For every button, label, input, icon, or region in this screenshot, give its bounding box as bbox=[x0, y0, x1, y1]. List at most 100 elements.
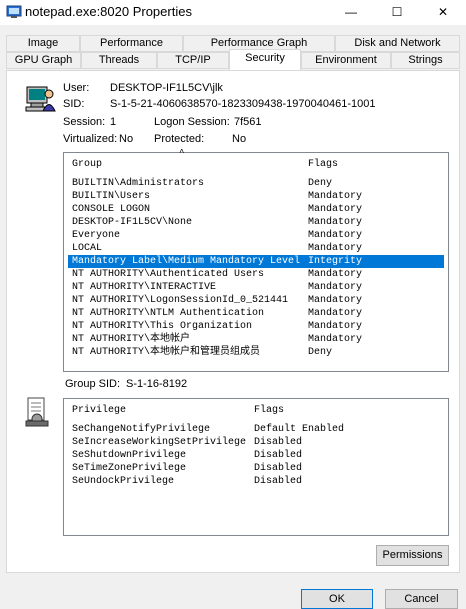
logon-session-value: 7f561 bbox=[234, 116, 262, 128]
privilege-row[interactable]: SeShutdownPrivilege Disabled bbox=[68, 449, 444, 462]
group-name: NT AUTHORITY\本地帐户和管理员组成员 bbox=[72, 347, 261, 358]
group-row[interactable]: NT AUTHORITY\LogonSessionId_0_521441 Mand… bbox=[68, 294, 444, 307]
session-label: Session: bbox=[63, 116, 106, 128]
group-name: NT AUTHORITY\NTLM Authentication bbox=[72, 308, 265, 319]
tab-tcpip[interactable]: TCP/IP bbox=[157, 52, 229, 69]
column-header-privilege-flags[interactable]: Flags bbox=[254, 405, 284, 416]
groups-list-header: ^ Group Flags bbox=[64, 148, 448, 175]
group-flags: Mandatory bbox=[308, 230, 363, 241]
group-name: CONSOLE LOGON bbox=[72, 204, 151, 215]
user-value: DESKTOP-IF1L5CV\jlk bbox=[110, 82, 223, 94]
group-row[interactable]: NT AUTHORITY\本地帐户 Mandatory bbox=[68, 333, 444, 346]
protected-label: Protected: bbox=[154, 133, 205, 145]
group-row[interactable]: BUILTIN\Administrators Deny bbox=[68, 177, 444, 190]
session-value: 1 bbox=[110, 116, 117, 128]
privilege-flags: Disabled bbox=[254, 463, 303, 474]
tab-threads[interactable]: Threads bbox=[81, 52, 157, 69]
tab-strings[interactable]: Strings bbox=[391, 52, 460, 69]
column-header-flags[interactable]: Flags bbox=[308, 159, 338, 170]
group-flags: Deny bbox=[308, 178, 333, 189]
privileges-list[interactable]: Privilege Flags SeChangeNotifyPrivilege D… bbox=[63, 398, 449, 536]
group-flags: Mandatory bbox=[308, 269, 363, 280]
privilege-row[interactable]: SeTimeZonePrivilege Disabled bbox=[68, 462, 444, 475]
privilege-flags: Disabled bbox=[254, 437, 303, 448]
group-flags: Mandatory bbox=[308, 321, 363, 332]
group-name: NT AUTHORITY\This Organization bbox=[72, 321, 253, 332]
group-row[interactable]: DESKTOP-IF1L5CV\None Mandatory bbox=[68, 216, 444, 229]
privilege-flags: Disabled bbox=[254, 450, 303, 461]
group-name: NT AUTHORITY\Authenticated Users bbox=[72, 269, 265, 280]
group-name: BUILTIN\Administrators bbox=[72, 178, 205, 189]
tab-environment[interactable]: Environment bbox=[301, 52, 391, 69]
ok-button[interactable]: OK bbox=[301, 589, 373, 609]
privilege-name: SeUndockPrivilege bbox=[72, 476, 175, 487]
privilege-name: SeIncreaseWorkingSetPrivilege bbox=[72, 437, 247, 448]
group-name: DESKTOP-IF1L5CV\None bbox=[72, 217, 193, 228]
group-row[interactable]: NT AUTHORITY\NTLM Authentication Mandator… bbox=[68, 307, 444, 320]
privileges-list-header: Privilege Flags bbox=[64, 399, 448, 421]
security-panel: User: DESKTOP-IF1L5CV\jlk SID: S-1-5-21-… bbox=[6, 70, 460, 573]
tab-gpu-graph[interactable]: GPU Graph bbox=[6, 52, 81, 69]
group-name: NT AUTHORITY\本地帐户 bbox=[72, 334, 191, 345]
group-row[interactable]: Everyone Mandatory bbox=[68, 229, 444, 242]
window-title: notepad.exe:8020 Properties bbox=[25, 4, 192, 19]
group-flags: Integrity bbox=[308, 256, 363, 267]
group-flags: Mandatory bbox=[308, 282, 363, 293]
user-label: User: bbox=[63, 82, 90, 94]
privilege-row[interactable]: SeUndockPrivilege Disabled bbox=[68, 475, 444, 488]
group-name: BUILTIN\Users bbox=[72, 191, 151, 202]
group-flags: Mandatory bbox=[308, 217, 363, 228]
virtualized-label: Virtualized: bbox=[63, 133, 118, 145]
group-flags: Mandatory bbox=[308, 308, 363, 319]
title-bar: notepad.exe:8020 Properties — ☐ ✕ bbox=[0, 0, 466, 25]
privilege-name: SeShutdownPrivilege bbox=[72, 450, 187, 461]
group-flags: Mandatory bbox=[308, 243, 363, 254]
app-icon bbox=[6, 5, 22, 18]
group-name: Mandatory Label\Medium Mandatory Level bbox=[72, 256, 301, 267]
group-sid-value: S-1-16-8192 bbox=[126, 378, 188, 390]
sort-ascending-icon: ^ bbox=[179, 148, 185, 158]
privilege-icon bbox=[25, 397, 49, 427]
logon-session-label: Logon Session: bbox=[154, 116, 230, 128]
group-row[interactable]: NT AUTHORITY\本地帐户和管理员组成员 Deny bbox=[68, 346, 444, 359]
column-header-privilege[interactable]: Privilege bbox=[72, 405, 126, 416]
group-name: LOCAL bbox=[72, 243, 103, 254]
tab-performance[interactable]: Performance bbox=[80, 35, 183, 52]
virtualized-value: No bbox=[119, 133, 134, 145]
privilege-name: SeTimeZonePrivilege bbox=[72, 463, 187, 474]
group-flags: Mandatory bbox=[308, 204, 363, 215]
privilege-row[interactable]: SeIncreaseWorkingSetPrivilege Disabled bbox=[68, 436, 444, 449]
group-row[interactable]: Mandatory Label\Medium Mandatory Level In… bbox=[68, 255, 444, 268]
tab-disk-and-network[interactable]: Disk and Network bbox=[335, 35, 460, 52]
group-row[interactable]: NT AUTHORITY\This Organization Mandatory bbox=[68, 320, 444, 333]
group-flags: Deny bbox=[308, 347, 333, 358]
group-flags: Mandatory bbox=[308, 191, 363, 202]
privilege-flags: Default Enabled bbox=[254, 424, 345, 435]
sid-value: S-1-5-21-4060638570-1823309438-197004046… bbox=[110, 98, 376, 110]
group-row[interactable]: CONSOLE LOGON Mandatory bbox=[68, 203, 444, 216]
group-row[interactable]: NT AUTHORITY\Authenticated Users Mandator… bbox=[68, 268, 444, 281]
close-button[interactable]: ✕ bbox=[420, 0, 466, 25]
column-header-group[interactable]: Group bbox=[72, 159, 102, 170]
tab-image[interactable]: Image bbox=[6, 35, 80, 52]
protected-value: No bbox=[232, 133, 247, 145]
tab-security[interactable]: Security bbox=[229, 49, 301, 70]
group-flags: Mandatory bbox=[308, 295, 363, 306]
sid-label: SID: bbox=[63, 98, 85, 110]
privilege-flags: Disabled bbox=[254, 476, 303, 487]
group-sid-label: Group SID: bbox=[65, 378, 121, 390]
group-flags: Mandatory bbox=[308, 334, 363, 345]
groups-list[interactable]: ^ Group Flags BUILTIN\Administrators Deny… bbox=[63, 148, 449, 372]
cancel-button[interactable]: Cancel bbox=[385, 589, 458, 609]
privilege-row[interactable]: SeChangeNotifyPrivilege Default Enabled bbox=[68, 423, 444, 436]
maximize-button[interactable]: ☐ bbox=[374, 0, 420, 25]
group-name: NT AUTHORITY\LogonSessionId_0_521441 bbox=[72, 295, 289, 306]
user-computer-icon bbox=[25, 86, 56, 112]
group-name: Everyone bbox=[72, 230, 121, 241]
group-row[interactable]: BUILTIN\Users Mandatory bbox=[68, 190, 444, 203]
group-row[interactable]: NT AUTHORITY\INTERACTIVE Mandatory bbox=[68, 281, 444, 294]
group-name: NT AUTHORITY\INTERACTIVE bbox=[72, 282, 217, 293]
minimize-button[interactable]: — bbox=[328, 0, 374, 25]
permissions-button[interactable]: Permissions bbox=[376, 545, 449, 566]
group-row[interactable]: LOCAL Mandatory bbox=[68, 242, 444, 255]
